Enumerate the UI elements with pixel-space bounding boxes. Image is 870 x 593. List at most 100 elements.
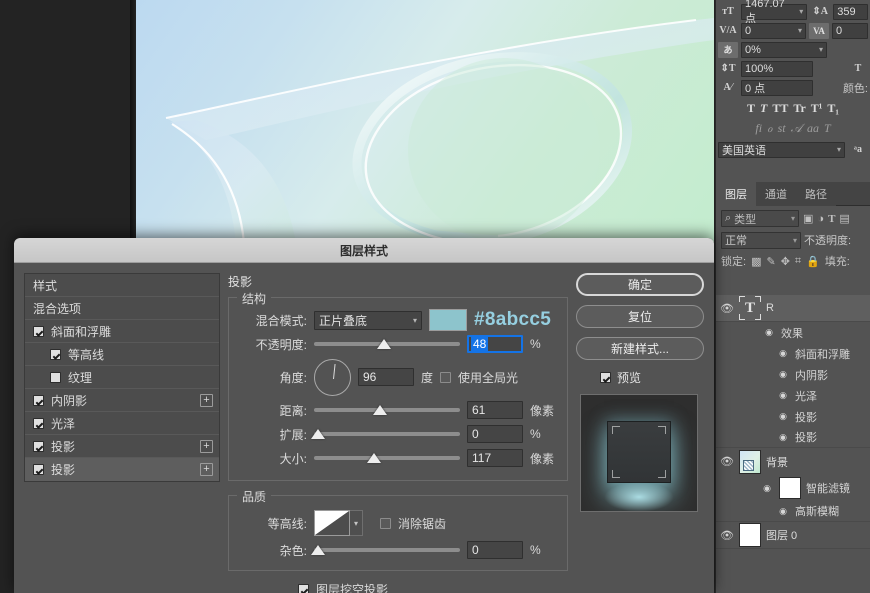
slider-knob[interactable]: [366, 453, 381, 463]
effect-inner-shadow[interactable]: ◉ 内阴影: [716, 364, 870, 385]
lock-transparent-icon[interactable]: ▩: [751, 255, 761, 268]
style-item-drop-shadow-2[interactable]: 投影 +: [25, 458, 219, 481]
leading-field[interactable]: 359: [833, 3, 868, 20]
lock-image-icon[interactable]: ✎: [766, 255, 775, 268]
style-item-contour[interactable]: 等高线: [25, 343, 219, 366]
titling-alternates-button[interactable]: T: [824, 121, 831, 136]
standard-ligatures-button[interactable]: fi: [755, 121, 762, 136]
add-effect-icon[interactable]: +: [200, 463, 213, 476]
blend-mode-select[interactable]: 正常 ▾: [721, 231, 801, 249]
kerning-field[interactable]: 0 ▾: [741, 22, 806, 39]
subscript-button[interactable]: T₁: [827, 101, 839, 116]
slider-knob[interactable]: [372, 405, 387, 415]
reset-button[interactable]: 复位: [576, 305, 704, 328]
contextual-alternates-button[interactable]: aa: [807, 121, 819, 136]
knockout-checkbox[interactable]: [298, 583, 309, 593]
spread-slider[interactable]: [311, 428, 460, 440]
style-checkbox[interactable]: [50, 348, 61, 360]
style-checkbox[interactable]: [33, 440, 44, 452]
aa-icon[interactable]: ᵃa: [848, 142, 868, 158]
eye-icon[interactable]: ◉: [762, 327, 776, 338]
size-slider[interactable]: [314, 452, 460, 464]
chevron-down-icon[interactable]: ▾: [350, 510, 363, 536]
style-item-inner-shadow[interactable]: 内阴影 +: [25, 389, 219, 412]
style-checkbox[interactable]: [33, 394, 44, 406]
eye-icon[interactable]: ◉: [776, 348, 790, 359]
use-global-light-checkbox[interactable]: [440, 371, 452, 383]
filter-gaussian-blur[interactable]: ◉ 高斯模糊: [716, 501, 870, 522]
effect-bevel-emboss[interactable]: ◉ 斜面和浮雕: [716, 343, 870, 364]
italic-button[interactable]: T: [760, 101, 767, 116]
discretionary-ligatures-button[interactable]: st: [778, 121, 786, 136]
bold-button[interactable]: T: [747, 101, 755, 116]
style-item-drop-shadow-1[interactable]: 投影 +: [25, 435, 219, 458]
chevron-down-icon[interactable]: ▾: [413, 316, 417, 325]
eye-icon[interactable]: ◉: [776, 369, 790, 380]
style-checkbox[interactable]: [33, 464, 44, 475]
style-item-bevel-emboss[interactable]: 斜面和浮雕: [25, 320, 219, 343]
style-item-styles[interactable]: 样式: [25, 274, 219, 297]
tracking-field[interactable]: 0: [832, 22, 868, 39]
eye-icon[interactable]: ◉: [776, 506, 790, 517]
noise-slider[interactable]: [311, 544, 460, 556]
eye-icon[interactable]: ◉: [760, 483, 774, 494]
lock-position-icon[interactable]: ✥: [781, 255, 790, 268]
shadow-color-swatch[interactable]: [429, 309, 467, 331]
preview-checkbox[interactable]: [600, 372, 611, 383]
eye-icon[interactable]: 👁: [720, 529, 734, 542]
adjustment-filter-icon[interactable]: ◑: [817, 213, 824, 225]
angle-dial[interactable]: [314, 358, 351, 396]
shape-filter-icon[interactable]: ▤: [839, 212, 849, 225]
chevron-down-icon[interactable]: ▾: [816, 45, 823, 54]
style-checkbox[interactable]: [33, 325, 44, 337]
layer-row-layer-0[interactable]: 👁 图层 0: [716, 522, 870, 549]
language-select[interactable]: 美国英语 ▾: [718, 141, 845, 158]
eye-icon[interactable]: 👁: [720, 302, 734, 315]
slider-knob[interactable]: [311, 429, 325, 439]
chevron-down-icon[interactable]: ▾: [793, 236, 797, 245]
eye-icon[interactable]: ◉: [776, 432, 790, 443]
opacity-input[interactable]: 48: [467, 335, 523, 353]
distance-input[interactable]: 61: [467, 401, 523, 419]
angle-input[interactable]: 96: [358, 368, 414, 386]
chevron-down-icon[interactable]: ▾: [795, 26, 802, 35]
style-item-satin[interactable]: 光泽: [25, 412, 219, 435]
effect-drop-shadow-1[interactable]: ◉ 投影: [716, 406, 870, 427]
swash-button[interactable]: ℴ: [767, 121, 773, 136]
effect-satin[interactable]: ◉ 光泽: [716, 385, 870, 406]
small-caps-button[interactable]: Tr: [793, 101, 805, 116]
superscript-button[interactable]: T¹: [811, 101, 823, 116]
size-input[interactable]: 117: [467, 449, 523, 467]
eye-icon[interactable]: 👁: [720, 455, 734, 468]
style-item-blending-options[interactable]: 混合选项: [25, 297, 219, 320]
tab-layers[interactable]: 图层: [716, 182, 756, 206]
lock-artboard-icon[interactable]: ⌗: [795, 255, 801, 268]
tab-paths[interactable]: 路径: [796, 182, 836, 206]
slider-knob[interactable]: [311, 545, 325, 555]
distance-slider[interactable]: [314, 404, 460, 416]
chevron-down-icon[interactable]: ▾: [796, 7, 803, 16]
layer-row-background[interactable]: 👁 背景: [716, 448, 870, 475]
add-effect-icon[interactable]: +: [200, 439, 213, 453]
layer-row-text-r[interactable]: 👁 T R: [716, 295, 870, 322]
vertical-scale-field[interactable]: 100%: [741, 60, 813, 77]
noise-input[interactable]: 0: [467, 541, 523, 559]
image-filter-icon[interactable]: ▣: [803, 212, 813, 225]
ok-button[interactable]: 确定: [576, 273, 704, 296]
baseline-shift-field[interactable]: 0 点: [741, 79, 813, 96]
antialias-checkbox[interactable]: [380, 517, 391, 529]
tab-channels[interactable]: 通道: [756, 182, 796, 206]
style-checkbox[interactable]: [33, 417, 44, 429]
layer-effects-group[interactable]: ◉ 效果: [716, 322, 870, 343]
new-style-button[interactable]: 新建样式...: [576, 337, 704, 360]
contour-picker[interactable]: ▾: [314, 510, 363, 536]
type-filter-icon[interactable]: T: [828, 213, 835, 225]
add-effect-icon[interactable]: +: [200, 393, 213, 407]
style-item-texture[interactable]: 纹理: [25, 366, 219, 389]
chevron-down-icon[interactable]: ▾: [834, 145, 841, 154]
eye-icon[interactable]: ◉: [776, 411, 790, 422]
chevron-down-icon[interactable]: ▾: [791, 214, 795, 223]
contour-swatch[interactable]: [314, 510, 350, 536]
smart-filters-row[interactable]: ◉ 智能滤镜: [716, 475, 870, 501]
layer-filter-select[interactable]: ⌕ 类型 ▾: [721, 210, 799, 227]
